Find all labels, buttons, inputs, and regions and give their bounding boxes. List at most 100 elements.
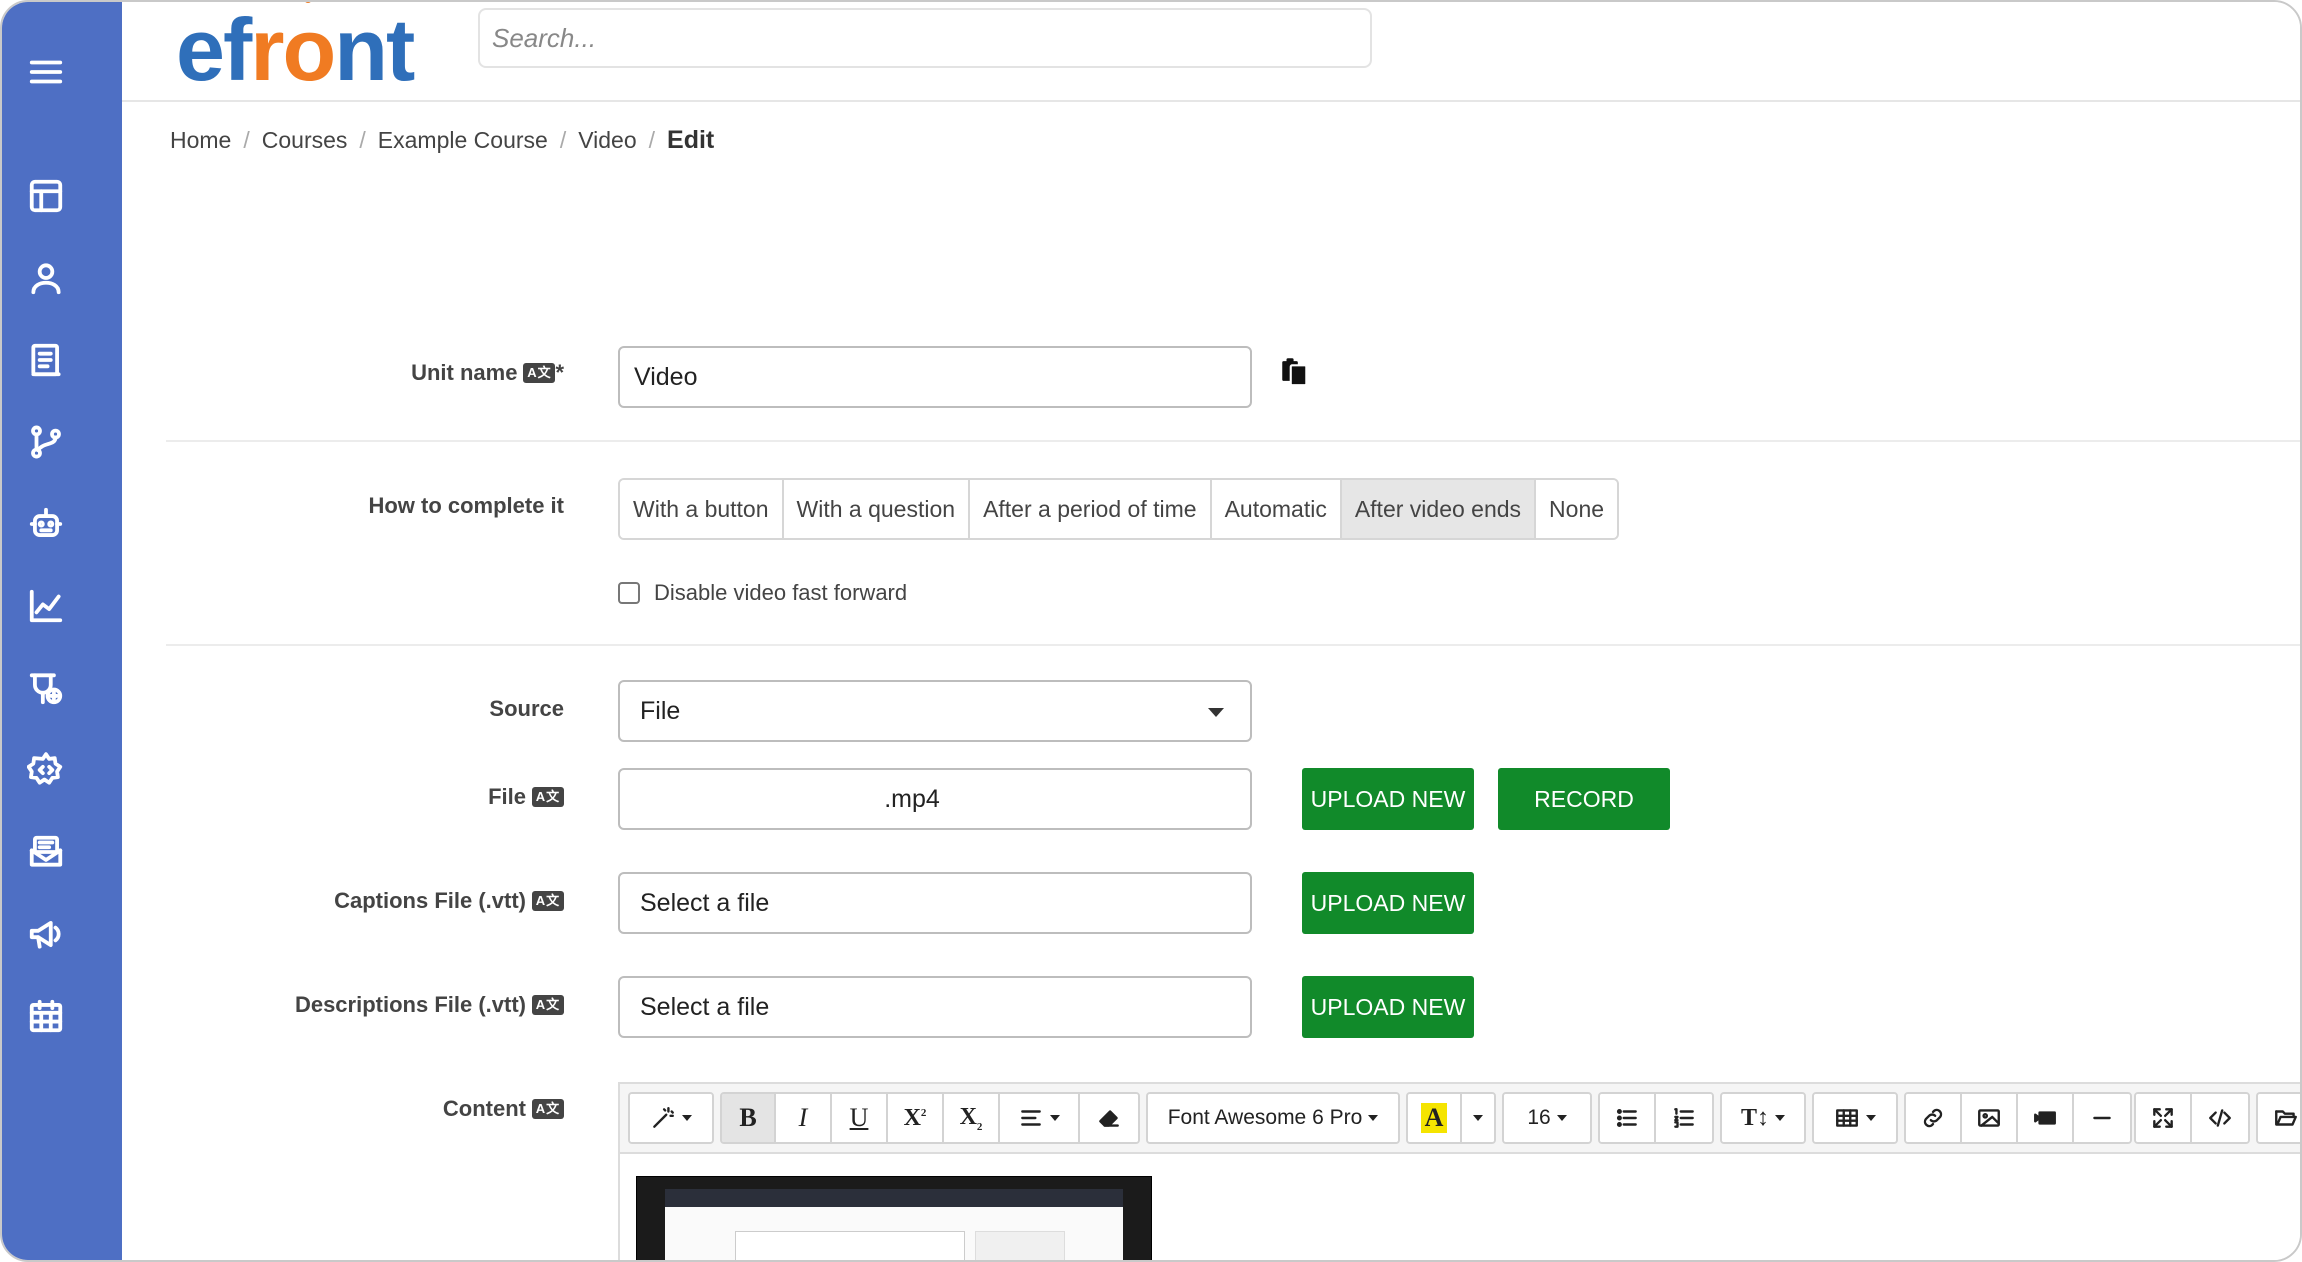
ai-robot-icon[interactable] <box>24 502 68 546</box>
bold-button[interactable]: B <box>722 1094 776 1142</box>
toolbar-group-view <box>2134 1092 2250 1144</box>
messages-icon[interactable] <box>24 830 68 874</box>
table-button[interactable] <box>1814 1094 1896 1142</box>
users-icon[interactable] <box>24 256 68 300</box>
chevron-down-icon <box>1556 1115 1567 1121</box>
bullet-list-button[interactable] <box>1600 1094 1656 1142</box>
search-input[interactable] <box>478 8 1372 68</box>
toolbar-group-format: B I U X2 X2 <box>720 1092 1140 1144</box>
italic-button[interactable]: I <box>776 1094 832 1142</box>
source-select[interactable]: File <box>618 680 1252 742</box>
captions-input[interactable]: Select a file <box>618 872 1252 934</box>
font-family-select[interactable]: Font Awesome 6 Pro <box>1148 1094 1398 1142</box>
divider <box>166 644 2300 646</box>
calendar-icon[interactable] <box>24 994 68 1038</box>
horizontal-line-button[interactable] <box>2074 1094 2130 1142</box>
courses-icon[interactable] <box>24 338 68 382</box>
translate-icon[interactable]: A文 <box>532 787 564 807</box>
chevron-down-icon <box>1208 708 1224 717</box>
settings-icon[interactable] <box>24 748 68 792</box>
underline-icon: U <box>849 1103 869 1132</box>
efront-logo[interactable]: ef r o nt <box>176 2 415 99</box>
translate-icon[interactable]: A文 <box>532 995 564 1015</box>
app-window: efront Home / Courses / Example Course /… <box>0 0 2302 1262</box>
disable-fast-forward-label[interactable]: Disable video fast forward <box>654 580 907 606</box>
translate-icon[interactable]: A文 <box>532 1099 564 1119</box>
record-button[interactable]: RECORD <box>1498 768 1670 830</box>
text-color-dropdown[interactable] <box>1462 1094 1494 1142</box>
toolbar-group-font: Font Awesome 6 Pro <box>1146 1092 1400 1144</box>
insert-image-button[interactable] <box>1962 1094 2018 1142</box>
file-upload-button[interactable]: UPLOAD NEW <box>1302 768 1474 830</box>
descriptions-input[interactable]: Select a file <box>618 976 1252 1038</box>
underline-button[interactable]: U <box>832 1094 888 1142</box>
file-input[interactable]: .mp4 <box>618 768 1252 830</box>
learning-paths-icon[interactable] <box>24 420 68 464</box>
chevron-down-icon <box>1473 1115 1483 1121</box>
menu-icon[interactable] <box>24 50 68 94</box>
descriptions-upload-button[interactable]: UPLOAD NEW <box>1302 976 1474 1038</box>
embedded-screenshot-content <box>665 1189 1123 1260</box>
subscript-button[interactable]: X2 <box>944 1094 1000 1142</box>
breadcrumb-courses[interactable]: Courses <box>262 127 348 154</box>
chevron-down-icon <box>1050 1115 1060 1121</box>
superscript-button[interactable]: X2 <box>888 1094 944 1142</box>
completion-none[interactable]: None <box>1536 480 1618 538</box>
embedded-screenshot-image[interactable] <box>636 1176 1152 1260</box>
table-icon <box>1836 1109 1858 1127</box>
image-icon <box>1978 1109 2000 1127</box>
toolbar-group-lists <box>1598 1092 1714 1144</box>
text-color-button[interactable]: A <box>1408 1094 1462 1142</box>
breadcrumb-video[interactable]: Video <box>578 127 636 154</box>
toolbar-group-paragraph: T↕ <box>1720 1092 1806 1144</box>
horizontal-line-icon <box>2093 1116 2111 1120</box>
chevron-down-icon <box>682 1115 692 1121</box>
paragraph-format-button[interactable]: T↕ <box>1722 1094 1804 1142</box>
align-button[interactable] <box>1000 1094 1080 1142</box>
disable-fast-forward-checkbox[interactable] <box>618 582 640 604</box>
completion-after-video-ends[interactable]: After video ends <box>1341 480 1537 538</box>
editor-content-area[interactable] <box>620 1156 2300 1260</box>
captions-upload-button[interactable]: UPLOAD NEW <box>1302 872 1474 934</box>
file-label: File A文 <box>488 784 564 810</box>
announcements-icon[interactable] <box>24 912 68 956</box>
bold-icon: B <box>739 1103 757 1132</box>
fullscreen-button[interactable] <box>2136 1094 2192 1142</box>
divider <box>166 440 2300 442</box>
completion-after-period[interactable]: After a period of time <box>970 480 1212 538</box>
insert-video-button[interactable] <box>2018 1094 2074 1142</box>
captions-label: Captions File (.vtt) A文 <box>334 888 564 914</box>
reports-icon[interactable] <box>24 584 68 628</box>
rich-text-editor: B I U X2 X2 Font Awesome 6 Pro A 16 T↕ <box>618 1082 2300 1260</box>
unit-name-input[interactable]: Video <box>618 346 1252 408</box>
translate-icon[interactable]: A文 <box>523 363 556 383</box>
completion-with-question[interactable]: With a question <box>783 480 971 538</box>
source-label: Source <box>489 696 564 721</box>
subscript-icon: X2 <box>959 1103 983 1133</box>
font-size-select[interactable]: 16 <box>1504 1094 1590 1142</box>
chevron-down-icon <box>1775 1115 1785 1121</box>
translate-icon[interactable]: A文 <box>532 891 564 911</box>
file-manager-button[interactable] <box>2258 1094 2300 1142</box>
clear-format-button[interactable] <box>1080 1094 1138 1142</box>
code-view-button[interactable] <box>2192 1094 2248 1142</box>
magic-wand-icon <box>653 1107 674 1128</box>
completion-with-button[interactable]: With a button <box>620 480 784 538</box>
descriptions-label: Descriptions File (.vtt) A文 <box>295 992 564 1018</box>
content-label: Content A文 <box>443 1096 564 1122</box>
completion-label: How to complete it <box>368 493 564 518</box>
integrations-icon[interactable] <box>24 666 68 710</box>
breadcrumb-example-course[interactable]: Example Course <box>378 127 548 154</box>
logo-spark-icon <box>305 2 312 3</box>
dashboard-icon[interactable] <box>24 174 68 218</box>
completion-automatic[interactable]: Automatic <box>1211 480 1342 538</box>
embedded-screenshot-document <box>735 1231 965 1260</box>
expand-icon <box>2153 1108 2173 1128</box>
numbered-list-button[interactable] <box>1656 1094 1712 1142</box>
video-icon <box>2034 1111 2056 1125</box>
magic-wand-button[interactable] <box>630 1094 712 1142</box>
copy-icon[interactable] <box>1278 354 1312 388</box>
breadcrumb-home[interactable]: Home <box>170 127 231 154</box>
numbered-list-icon <box>1674 1108 1694 1128</box>
insert-link-button[interactable] <box>1906 1094 1962 1142</box>
